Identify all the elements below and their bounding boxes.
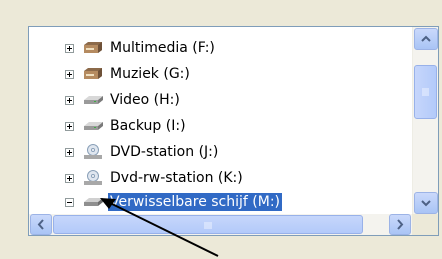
- pointer-arrow-annotation: [100, 198, 219, 257]
- arrowhead: [100, 198, 116, 209]
